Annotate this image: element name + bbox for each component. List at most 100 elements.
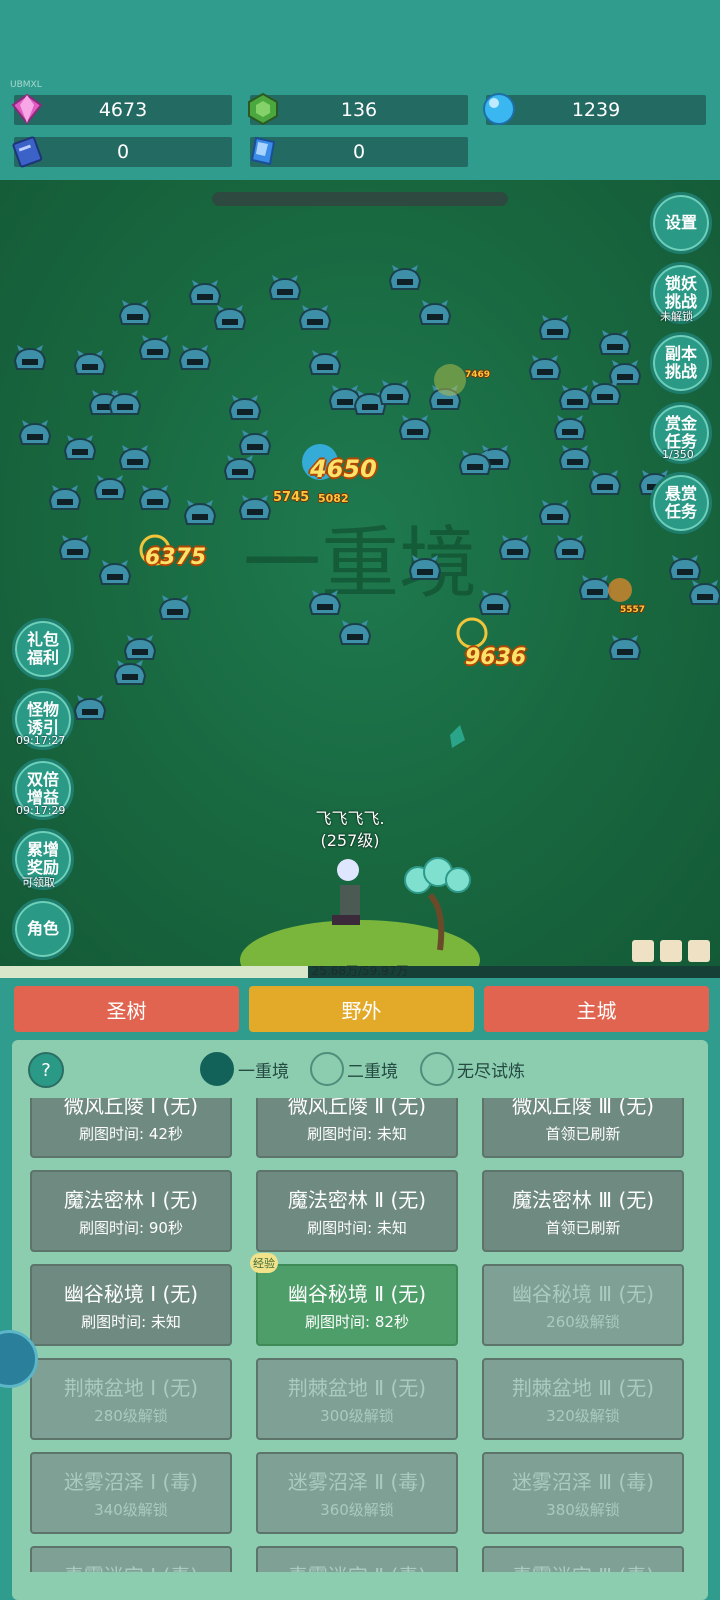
stage-card: 迷雾沼泽 Ⅱ (毒) 360级解锁 bbox=[256, 1452, 458, 1534]
realm-radio-1[interactable] bbox=[200, 1052, 234, 1086]
bounty-task-label: 赏金 任务 bbox=[664, 414, 697, 451]
stage-title: 迷雾沼泽 Ⅱ (毒) bbox=[287, 1470, 427, 1494]
reward-task-label: 悬赏 任务 bbox=[664, 484, 697, 521]
stage-title: 迷雾沼泽 Ⅲ (毒) bbox=[511, 1470, 655, 1494]
stage-card: 毒雾迷宫 Ⅲ (毒) bbox=[482, 1546, 684, 1572]
tab-wild[interactable]: 野外 bbox=[249, 986, 474, 1032]
accumulate-reward-status: 可领取 bbox=[22, 876, 55, 889]
monster bbox=[63, 435, 97, 460]
stage-status: 300级解锁 bbox=[320, 1407, 394, 1425]
tab-main-city[interactable]: 主城 bbox=[484, 986, 709, 1032]
orb-counter: 1239 bbox=[486, 95, 706, 125]
help-button[interactable]: ? bbox=[28, 1052, 64, 1088]
stage-card[interactable]: 微风丘陵 Ⅰ (无) 刷图时间: 42秒 bbox=[30, 1098, 232, 1158]
stage-list[interactable]: 微风丘陵 Ⅰ (无) 刷图时间: 42秒 微风丘陵 Ⅱ (无) 刷图时间: 未知 微风丘… bbox=[12, 1098, 708, 1572]
skill-slot-icon[interactable] bbox=[660, 940, 682, 962]
stage-title: 荆棘盆地 Ⅱ (无) bbox=[287, 1376, 427, 1400]
monster bbox=[608, 635, 642, 660]
dungeon-challenge-button[interactable]: 副本 挑战 bbox=[650, 332, 712, 394]
damage-number: 6375 bbox=[145, 545, 207, 570]
stage-status: 首领已刷新 bbox=[545, 1125, 621, 1143]
realm-radio-3[interactable] bbox=[420, 1052, 454, 1086]
stage-card[interactable]: 幽谷秘境 Ⅱ (无) 刷图时间: 82秒 bbox=[256, 1264, 458, 1346]
stage-card[interactable]: 魔法密林 Ⅰ (无) 刷图时间: 90秒 bbox=[30, 1170, 232, 1252]
stage-title: 微风丘陵 Ⅱ (无) bbox=[287, 1098, 427, 1118]
monster bbox=[688, 580, 720, 605]
skill-slot-icon[interactable] bbox=[632, 940, 654, 962]
settings-label: 设置 bbox=[664, 213, 697, 232]
stage-card[interactable]: 微风丘陵 Ⅲ (无) 首领已刷新 bbox=[482, 1098, 684, 1158]
stage-status: 260级解锁 bbox=[546, 1313, 620, 1331]
stage-card[interactable]: 幽谷秘境 Ⅰ (无) 刷图时间: 未知 bbox=[30, 1264, 232, 1346]
stage-status: 刷图时间: 未知 bbox=[307, 1125, 407, 1143]
character-button[interactable]: 角色 bbox=[12, 898, 74, 960]
emerald-icon bbox=[248, 92, 278, 126]
damage-number: 9636 bbox=[465, 645, 527, 670]
gift-welfare-button[interactable]: 礼包 福利 bbox=[12, 618, 74, 680]
monster bbox=[338, 620, 372, 645]
monster bbox=[558, 385, 592, 410]
accumulate-reward-label: 累增 奖励 bbox=[26, 840, 59, 877]
monster bbox=[268, 275, 302, 300]
monster bbox=[123, 635, 157, 660]
user-id: UBMXL bbox=[10, 80, 42, 90]
stage-card: 迷雾沼泽 Ⅲ (毒) 380级解锁 bbox=[482, 1452, 684, 1534]
stage-title: 微风丘陵 Ⅲ (无) bbox=[511, 1098, 655, 1118]
monster bbox=[498, 535, 532, 560]
monster bbox=[178, 345, 212, 370]
monster bbox=[118, 445, 152, 470]
stage-status: 刷图时间: 90秒 bbox=[79, 1219, 183, 1237]
stage-card: 幽谷秘境 Ⅲ (无) 260级解锁 bbox=[482, 1264, 684, 1346]
monster bbox=[98, 560, 132, 585]
realm-label-2: 二重境 bbox=[347, 1062, 398, 1082]
double-buff-label: 双倍 增益 bbox=[26, 770, 59, 807]
stage-title: 魔法密林 Ⅲ (无) bbox=[511, 1188, 655, 1212]
stage-status: 340级解锁 bbox=[94, 1501, 168, 1519]
monster bbox=[223, 455, 257, 480]
tab-holy-tree[interactable]: 圣树 bbox=[14, 986, 239, 1032]
monster bbox=[538, 500, 572, 525]
gem-counter: 4673 bbox=[14, 95, 232, 125]
crystal-counter: 0 bbox=[250, 137, 468, 167]
stage-card[interactable]: 微风丘陵 Ⅱ (无) 刷图时间: 未知 bbox=[256, 1098, 458, 1158]
stage-card[interactable]: 魔法密林 Ⅱ (无) 刷图时间: 未知 bbox=[256, 1170, 458, 1252]
monster bbox=[608, 360, 642, 385]
monster bbox=[138, 335, 172, 360]
orb-count: 1239 bbox=[571, 99, 621, 121]
gem-icon bbox=[11, 93, 43, 125]
monster bbox=[58, 535, 92, 560]
monster bbox=[308, 590, 342, 615]
skill-slot-icon[interactable] bbox=[688, 940, 710, 962]
monster bbox=[183, 500, 217, 525]
stage-card[interactable]: 魔法密林 Ⅲ (无) 首领已刷新 bbox=[482, 1170, 684, 1252]
monster bbox=[213, 305, 247, 330]
monster bbox=[598, 330, 632, 355]
damage-number: 5082 bbox=[318, 492, 349, 505]
monster bbox=[138, 485, 172, 510]
realm-label-3: 无尽试炼 bbox=[457, 1062, 525, 1082]
settings-button[interactable]: 设置 bbox=[650, 192, 712, 254]
player-character bbox=[332, 859, 360, 925]
monster bbox=[188, 280, 222, 305]
gift-welfare-label: 礼包 福利 bbox=[26, 630, 59, 667]
monster bbox=[558, 445, 592, 470]
monster bbox=[538, 315, 572, 340]
realm-radio-2[interactable] bbox=[310, 1052, 344, 1086]
monster bbox=[553, 535, 587, 560]
experience-text: 25.68万/59.97万 bbox=[311, 964, 409, 978]
stage-title: 微风丘陵 Ⅰ (无) bbox=[63, 1098, 199, 1118]
monster bbox=[13, 345, 47, 370]
stage-card: 毒雾迷宫 Ⅰ (毒) bbox=[30, 1546, 232, 1572]
emerald-count: 136 bbox=[340, 99, 378, 121]
damage-number: 5557 bbox=[620, 605, 646, 615]
monster bbox=[478, 590, 512, 615]
character-label: 角色 bbox=[26, 919, 59, 938]
stage-title: 毒雾迷宫 Ⅰ (毒) bbox=[32, 1560, 230, 1572]
orb-icon bbox=[483, 93, 515, 125]
monster bbox=[588, 470, 622, 495]
help-label: ? bbox=[41, 1059, 51, 1081]
stage-status: 刷图时间: 未知 bbox=[81, 1313, 181, 1331]
reward-task-button[interactable]: 悬赏 任务 bbox=[650, 472, 712, 534]
stage-status: 刷图时间: 82秒 bbox=[305, 1313, 409, 1331]
book-counter: 0 bbox=[14, 137, 232, 167]
